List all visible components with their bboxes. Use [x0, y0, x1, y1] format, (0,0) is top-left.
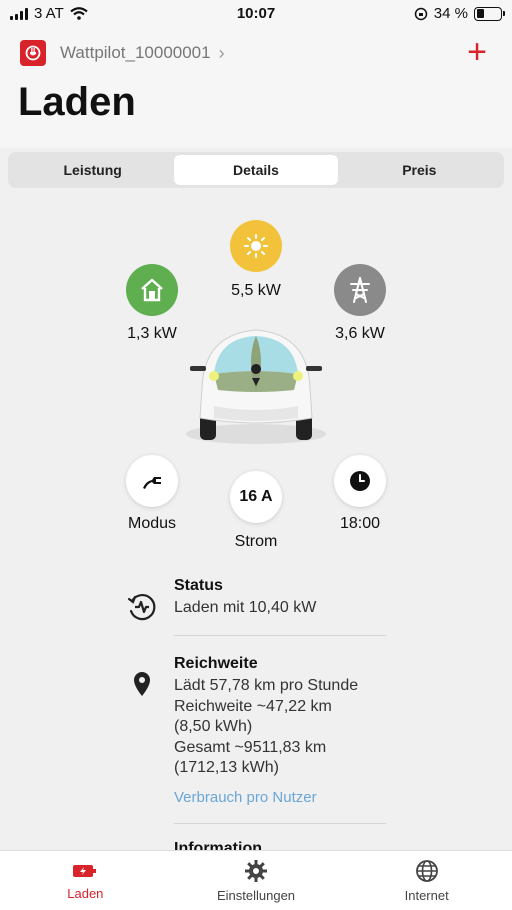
wattpilot-logo-icon	[20, 40, 46, 66]
range-line: (8,50 kWh)	[174, 718, 253, 735]
current-label: Strom	[234, 533, 278, 550]
range-title: Reichweite	[174, 655, 258, 672]
gear-icon	[245, 859, 267, 882]
tab-details[interactable]: Details	[174, 155, 338, 185]
house-icon	[126, 264, 178, 316]
nav-internet[interactable]: Internet	[341, 851, 512, 910]
mode-button[interactable]	[126, 455, 178, 507]
nav-einstellungen[interactable]: Einstellungen	[171, 851, 342, 910]
solar-power-value: 5,5 kW	[231, 282, 281, 299]
battery-icon	[474, 6, 505, 21]
tab-preis[interactable]: Preis	[338, 155, 501, 185]
charging-icon	[73, 864, 97, 877]
timer-value: 18:00	[339, 515, 381, 532]
status-title: Status	[174, 577, 223, 594]
range-line: Reichweite ~47,22 km	[174, 697, 332, 715]
current-button[interactable]: 16 A	[230, 471, 282, 523]
chevron-right-icon: ›	[218, 42, 225, 63]
device-name: Wattpilot_10000001	[60, 43, 211, 62]
segmented-tabs: Leistung Details Preis	[8, 152, 504, 188]
status-text: Laden mit 10,40 kW	[174, 599, 317, 616]
range-line: Gesamt ~9511,83 km	[174, 738, 327, 756]
consumption-per-user-link[interactable]: Verbrauch pro Nutzer	[174, 789, 436, 806]
status-bar: 3 AT 10:07 34 %	[0, 0, 512, 28]
orientation-lock-icon	[414, 7, 428, 20]
mode-label: Modus	[127, 515, 177, 532]
nav-laden-label: Laden	[67, 885, 104, 901]
nav-einstellungen-label: Einstellungen	[216, 887, 296, 903]
location-pin-icon	[134, 672, 150, 696]
range-line: Lädt 57,78 km pro Stunde	[174, 677, 359, 694]
timer-button[interactable]	[334, 455, 386, 507]
add-device-button[interactable]: +	[462, 35, 492, 69]
top-area: 3 AT 10:07 34 % Wattpilot_10000001 › + L…	[0, 0, 512, 148]
page-title: Laden	[18, 80, 136, 124]
nav-internet-label: Internet	[404, 887, 449, 903]
divider	[174, 823, 386, 824]
battery-percent: 34 %	[433, 5, 468, 22]
range-section: Reichweite Lädt 57,78 km pro Stunde Reic…	[174, 655, 436, 806]
plug-icon	[143, 477, 161, 489]
divider	[174, 635, 386, 636]
nav-laden[interactable]: Laden	[0, 851, 171, 910]
globe-icon	[415, 859, 438, 882]
solar-icon	[230, 220, 282, 272]
tab-leistung[interactable]: Leistung	[11, 155, 174, 185]
activity-icon	[127, 594, 156, 621]
grid-pylon-icon	[334, 264, 386, 316]
range-line: (1712,13 kWh)	[174, 759, 279, 776]
clock-icon	[350, 471, 370, 491]
status-section: Status Laden mit 10,40 kW	[174, 577, 436, 619]
bottom-nav: Laden Einstellungen Internet	[0, 850, 512, 910]
device-selector[interactable]: Wattpilot_10000001 › +	[20, 35, 492, 69]
car-icon	[186, 329, 326, 444]
